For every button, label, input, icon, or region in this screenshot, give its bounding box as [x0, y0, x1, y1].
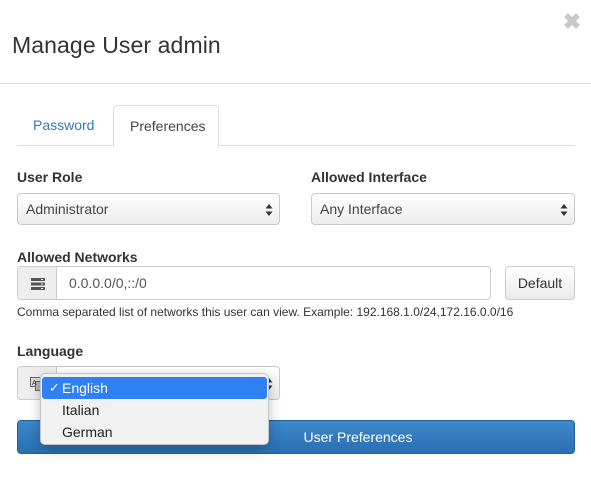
allowed-networks-input[interactable]: 0.0.0.0/0,::/0 — [56, 266, 491, 300]
language-option-label: German — [62, 424, 113, 440]
user-role-select[interactable]: Administrator — [17, 193, 280, 225]
modal-header: Manage User admin ✖ — [0, 0, 591, 84]
save-button-label: User Preferences — [303, 429, 413, 445]
language-option-label: Italian — [62, 402, 100, 418]
close-icon[interactable]: ✖ — [561, 9, 583, 35]
language-option-german[interactable]: German — [41, 421, 268, 443]
allowed-interface-value: Any Interface — [320, 201, 403, 217]
manage-user-modal: Manage User admin ✖ Password Preferences… — [0, 0, 591, 479]
user-role-value: Administrator — [26, 201, 109, 217]
language-option-english[interactable]: ✓ English — [42, 377, 267, 399]
user-role-label: User Role — [17, 169, 83, 185]
updown-arrows-icon — [560, 204, 568, 216]
tab-password[interactable]: Password — [17, 105, 112, 146]
server-icon — [31, 278, 45, 290]
default-button[interactable]: Default — [505, 266, 575, 300]
svg-text:A: A — [32, 380, 37, 387]
allowed-interface-label: Allowed Interface — [311, 169, 427, 185]
tab-bar: Password Preferences — [17, 105, 575, 147]
modal-title: Manage User admin — [12, 32, 221, 58]
tab-preferences[interactable]: Preferences — [113, 105, 219, 147]
allowed-networks-help: Comma separated list of networks this us… — [17, 305, 514, 319]
language-option-label: English — [62, 380, 108, 396]
language-dropdown-menu: ✓ English Italian German — [40, 373, 269, 445]
updown-arrows-icon — [265, 204, 273, 216]
allowed-networks-label: Allowed Networks — [17, 249, 138, 265]
language-label: Language — [17, 343, 84, 359]
allowed-networks-group: 0.0.0.0/0,::/0 — [17, 266, 491, 300]
language-option-italian[interactable]: Italian — [41, 399, 268, 421]
check-icon: ✓ — [49, 380, 60, 395]
allowed-interface-select[interactable]: Any Interface — [311, 193, 575, 225]
network-addon — [17, 266, 57, 300]
